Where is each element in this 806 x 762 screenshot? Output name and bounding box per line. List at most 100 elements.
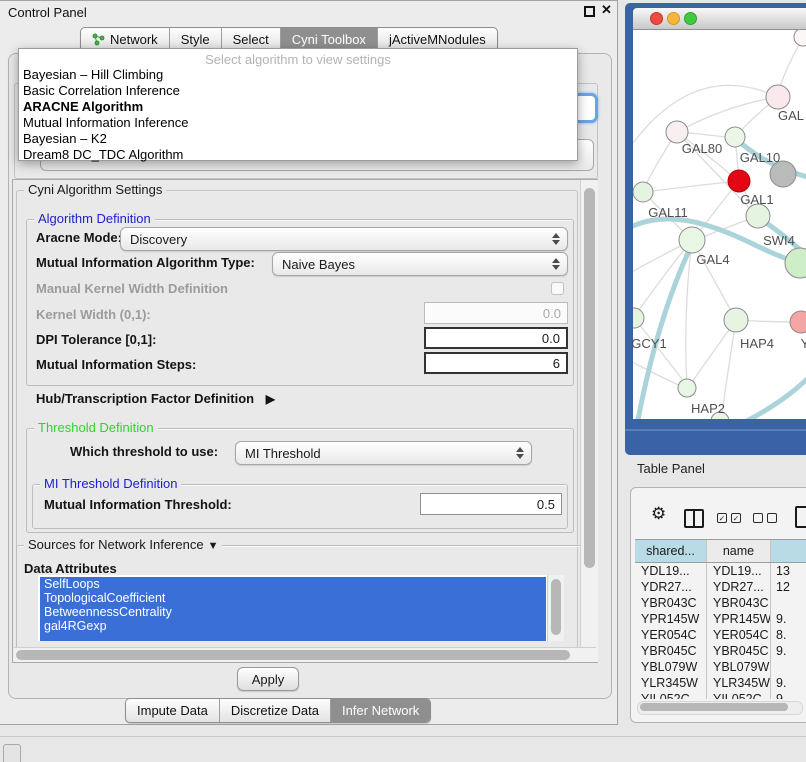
data-attributes-list[interactable]: SelfLoops TopologicalCoefficient Between…: [38, 575, 564, 641]
settings-horizontal-scrollbar[interactable]: [14, 647, 596, 662]
node-gal[interactable]: [766, 85, 790, 109]
threshold-definition-title: Threshold Definition: [34, 420, 158, 435]
new-table-icon[interactable]: [795, 506, 806, 528]
aracne-mode-combo[interactable]: Discovery: [120, 227, 568, 251]
mi-type-combo[interactable]: Naive Bayes: [272, 252, 568, 276]
tab-network-label: Network: [110, 32, 158, 47]
node-gal4[interactable]: [679, 227, 705, 253]
node-label: GAL1: [740, 192, 773, 207]
which-threshold-value: MI Threshold: [245, 446, 321, 461]
network-view-window[interactable]: GAL GAL80 GAL10 GAL1 GAL11 SWI4 GAL4 GCY…: [625, 3, 806, 455]
apply-button-label: Apply: [252, 672, 285, 687]
algorithm-option[interactable]: Mutual Information Inference: [19, 115, 577, 131]
aracne-mode-label: Aracne Mode:: [36, 230, 122, 245]
table-horizontal-scrollbar[interactable]: [637, 701, 803, 715]
table-row[interactable]: YIL052CYIL052C9.: [635, 691, 806, 699]
tab-discretize-data[interactable]: Discretize Data: [220, 699, 331, 722]
node-gal11[interactable]: [633, 182, 653, 202]
tab-impute-data[interactable]: Impute Data: [126, 699, 220, 722]
apply-button[interactable]: Apply: [237, 667, 299, 691]
node-label: GAL80: [682, 141, 722, 156]
network-canvas[interactable]: GAL GAL80 GAL10 GAL1 GAL11 SWI4 GAL4 GCY…: [633, 30, 806, 419]
table-row[interactable]: YBR045CYBR045C9.: [635, 643, 806, 659]
manual-kernel-checkbox[interactable]: [551, 282, 564, 295]
close-icon[interactable]: ✕: [601, 2, 612, 18]
collapsed-arrow-icon: ▶: [266, 392, 275, 406]
attribute-item[interactable]: BetweennessCentrality: [40, 605, 546, 619]
tab-impute-data-label: Impute Data: [137, 703, 208, 718]
close-traffic-light[interactable]: [650, 12, 663, 25]
network-tab-icon: [92, 33, 105, 46]
network-window-titlebar[interactable]: [633, 8, 806, 30]
mi-type-label: Mutual Information Algorithm Type:: [36, 255, 255, 270]
node-hap2[interactable]: [678, 379, 696, 397]
node-salmon[interactable]: [790, 311, 806, 333]
panel-divider-line: [0, 736, 806, 737]
settings-vertical-scrollbar-thumb[interactable]: [584, 188, 595, 568]
node-gal1[interactable]: [746, 204, 770, 228]
tab-infer-network[interactable]: Infer Network: [331, 699, 430, 722]
table-row[interactable]: YPR145WYPR145W9.: [635, 611, 806, 627]
tab-style-label: Style: [181, 32, 210, 47]
algorithm-option-selected[interactable]: ARACNE Algorithm: [19, 99, 577, 115]
hub-definition-disclosure[interactable]: Hub/Transcription Factor Definition ▶: [36, 391, 275, 406]
hub-definition-label: Hub/Transcription Factor Definition: [36, 391, 254, 406]
settings-gear-icon[interactable]: ⚙: [651, 505, 666, 522]
node-swi4[interactable]: [785, 248, 806, 278]
sources-title-text: Sources for Network Inference: [28, 537, 204, 552]
column-view-icon[interactable]: [684, 509, 704, 528]
mi-threshold-field[interactable]: 0.5: [420, 493, 562, 515]
which-threshold-combo[interactable]: MI Threshold: [235, 441, 532, 465]
kernel-width-field[interactable]: 0.0: [424, 302, 568, 324]
combo-arrows-icon: [552, 258, 560, 270]
settings-vertical-scrollbar[interactable]: [580, 180, 598, 662]
attribute-item[interactable]: gal4RGexp: [40, 619, 546, 633]
attribute-list-scrollbar-thumb[interactable]: [551, 579, 561, 635]
node-label: GAL: [778, 108, 804, 123]
table-row[interactable]: YER054CYER054C8.: [635, 627, 806, 643]
algorithm-option[interactable]: Bayesian – Hill Climbing: [19, 67, 577, 83]
attribute-item[interactable]: TopologicalCoefficient: [40, 591, 546, 605]
expanded-arrow-icon[interactable]: ▼: [208, 540, 219, 552]
node-label: GAL4: [696, 252, 729, 267]
column-header-shared[interactable]: shared...: [635, 540, 707, 562]
table-row[interactable]: YDL19...YDL19...13: [635, 563, 806, 579]
network-graph: [633, 30, 806, 419]
table-row[interactable]: YLR345WYLR345W9.: [635, 675, 806, 691]
table-horizontal-scrollbar-thumb[interactable]: [640, 703, 788, 711]
collapsed-panel-button[interactable]: [3, 744, 21, 762]
table-row[interactable]: YBR043CYBR043C: [635, 595, 806, 611]
tab-select-label: Select: [233, 32, 269, 47]
node-gal10[interactable]: [725, 127, 745, 147]
manual-kernel-label: Manual Kernel Width Definition: [36, 281, 228, 296]
node-label: GAL11: [648, 205, 688, 220]
node-gcy1[interactable]: [633, 308, 644, 328]
control-panel-title: Control Panel: [8, 5, 87, 20]
deselect-all-icon[interactable]: [753, 513, 777, 523]
table-row[interactable]: YDR27...YDR27...12: [635, 579, 806, 595]
attribute-list-scrollbar[interactable]: [547, 575, 564, 641]
algorithm-option[interactable]: Dream8 DC_TDC Algorithm: [19, 147, 577, 163]
column-header-name[interactable]: name: [707, 540, 771, 562]
zoom-traffic-light[interactable]: [684, 12, 697, 25]
float-window-icon[interactable]: [584, 6, 595, 17]
column-header-cut[interactable]: [771, 540, 806, 562]
tab-infer-network-label: Infer Network: [342, 703, 419, 718]
attribute-item[interactable]: SelfLoops: [40, 577, 546, 591]
minimize-traffic-light[interactable]: [667, 12, 680, 25]
tab-discretize-data-label: Discretize Data: [231, 703, 319, 718]
table-row[interactable]: YBL079WYBL079W: [635, 659, 806, 675]
algorithm-option[interactable]: Bayesian – K2: [19, 131, 577, 147]
select-all-icon[interactable]: ✓ ✓: [717, 513, 741, 523]
algorithm-option[interactable]: Basic Correlation Inference: [19, 83, 577, 99]
attribute-selection: SelfLoops TopologicalCoefficient Between…: [40, 577, 546, 641]
node-hap4[interactable]: [724, 308, 748, 332]
node-red-selected[interactable]: [728, 170, 750, 192]
node-label: GAL10: [740, 150, 780, 165]
node-gal80[interactable]: [666, 121, 688, 143]
node[interactable]: [794, 30, 806, 46]
unchecked-box-icon: [767, 513, 777, 523]
settings-horizontal-scrollbar-thumb[interactable]: [16, 650, 570, 660]
mi-steps-field[interactable]: 6: [424, 352, 568, 374]
dpi-tolerance-field[interactable]: 0.0: [424, 327, 568, 349]
